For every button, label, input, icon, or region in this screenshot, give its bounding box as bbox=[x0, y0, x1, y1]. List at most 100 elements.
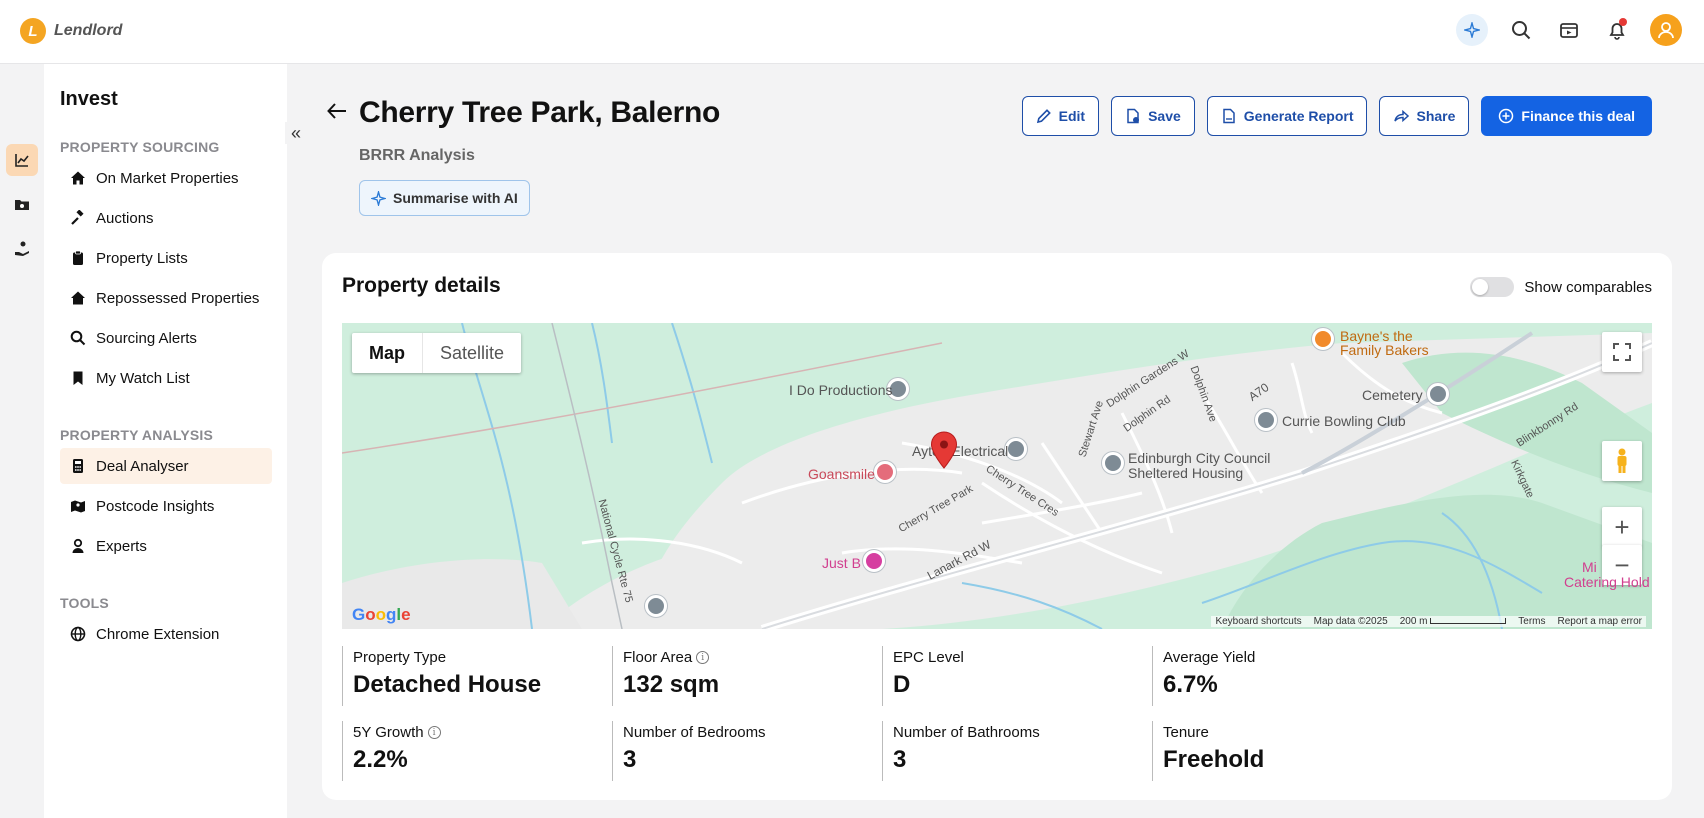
location-pin-icon[interactable] bbox=[930, 431, 958, 469]
info-icon[interactable]: i bbox=[696, 651, 710, 664]
search-icon bbox=[70, 330, 86, 346]
stat-value: 132 sqm bbox=[623, 671, 720, 698]
sidebar-item-label: Sourcing Alerts bbox=[96, 329, 197, 347]
sidebar-item-deal-analyser[interactable]: Deal Analyser bbox=[60, 448, 272, 484]
home-icon bbox=[71, 291, 85, 305]
top-icons bbox=[1456, 14, 1682, 46]
map-label-cemetery: Cemetery bbox=[1362, 387, 1423, 403]
logo[interactable]: L Lendlord bbox=[20, 18, 122, 44]
generate-report-button[interactable]: Generate Report bbox=[1206, 96, 1368, 136]
stat-floor-area: Floor Area i 132 sqm bbox=[612, 646, 882, 706]
stat-value: Detached House bbox=[353, 671, 542, 698]
top-bar: L Lendlord bbox=[0, 0, 1704, 64]
page-title: Cherry Tree Park, Balerno bbox=[359, 96, 721, 129]
avatar[interactable] bbox=[1650, 14, 1682, 46]
fullscreen-icon[interactable] bbox=[1602, 332, 1642, 372]
sidebar-item-auctions[interactable]: Auctions bbox=[60, 200, 272, 236]
map[interactable]: Map Satellite + − I Do Productions Ayton… bbox=[342, 323, 1652, 629]
sidebar-item-watch-list[interactable]: My Watch List bbox=[60, 360, 272, 396]
bell-icon[interactable] bbox=[1602, 15, 1632, 45]
report-map-error-link[interactable]: Report a map error bbox=[1558, 616, 1642, 627]
card-title: Property details bbox=[342, 274, 501, 297]
sidebar-item-on-market[interactable]: On Market Properties bbox=[60, 160, 272, 196]
generate-report-label: Generate Report bbox=[1243, 108, 1354, 124]
header-actions: Edit Save Generate Report Share Finance … bbox=[1021, 96, 1652, 136]
poi-bakers-icon[interactable] bbox=[1312, 328, 1334, 350]
map-footer: Keyboard shortcuts Map data ©2025 200 m … bbox=[1211, 616, 1646, 627]
info-icon[interactable]: i bbox=[427, 726, 441, 739]
google-letter: g bbox=[386, 605, 397, 624]
stat-value: 3 bbox=[893, 746, 907, 773]
video-icon[interactable] bbox=[1554, 15, 1584, 45]
ai-sparkle-icon[interactable] bbox=[1456, 14, 1488, 46]
gavel-icon bbox=[71, 210, 84, 225]
poi-electrical-icon[interactable] bbox=[1005, 438, 1027, 460]
save-button[interactable]: Save bbox=[1111, 96, 1195, 136]
google-letter: o bbox=[365, 605, 376, 624]
manage-folder-icon[interactable] bbox=[6, 188, 38, 220]
finance-hand-icon[interactable] bbox=[6, 232, 38, 264]
stat-label-text: Floor Area bbox=[623, 649, 693, 666]
poi-bowling-icon[interactable] bbox=[1255, 409, 1277, 431]
pdf-file-icon bbox=[1223, 108, 1235, 124]
google-logo[interactable]: Google bbox=[352, 605, 411, 625]
collapse-sidebar-icon[interactable]: « bbox=[285, 122, 307, 144]
map-label-council-2: Sheltered Housing bbox=[1128, 465, 1244, 481]
stat-label: Number of Bedrooms bbox=[623, 724, 882, 741]
map-label-electrical: Ayton Electrical bbox=[912, 443, 1009, 459]
sidebar-item-property-lists[interactable]: Property Lists bbox=[60, 240, 272, 276]
sidebar-item-label: Property Lists bbox=[96, 249, 188, 267]
stat-value: 2.2% bbox=[353, 746, 408, 773]
google-letter: e bbox=[401, 605, 411, 624]
poi-council-icon[interactable] bbox=[1102, 452, 1124, 474]
stat-label: EPC Level bbox=[893, 649, 1152, 666]
logo-mark: L bbox=[20, 18, 46, 44]
sidebar-item-postcode-insights[interactable]: Postcode Insights bbox=[60, 488, 272, 524]
summarise-ai-button[interactable]: Summarise with AI bbox=[359, 180, 530, 216]
stat-average-yield: Average Yield 6.7% bbox=[1152, 646, 1422, 706]
poi-goansmile-icon[interactable] bbox=[874, 461, 896, 483]
keyboard-shortcuts-link[interactable]: Keyboard shortcuts bbox=[1215, 616, 1301, 627]
street-view-pegman-icon[interactable] bbox=[1602, 441, 1642, 481]
map-label-productions: I Do Productions bbox=[789, 382, 893, 398]
notification-dot bbox=[1619, 18, 1627, 26]
clipboard-icon bbox=[73, 250, 83, 265]
show-comparables-toggle[interactable]: Show comparables bbox=[1470, 277, 1652, 297]
sidebar-item-repossessed[interactable]: Repossessed Properties bbox=[60, 280, 272, 316]
finance-deal-button[interactable]: Finance this deal bbox=[1481, 96, 1652, 136]
stat-5y-growth: 5Y Growth i 2.2% bbox=[342, 721, 612, 781]
edit-button[interactable]: Edit bbox=[1021, 96, 1100, 136]
map-type-control: Map Satellite bbox=[352, 333, 522, 373]
search-icon[interactable] bbox=[1506, 15, 1536, 45]
pencil-icon bbox=[1036, 109, 1051, 124]
sparkle-icon bbox=[371, 190, 386, 206]
stat-label-text: Number of Bathrooms bbox=[893, 724, 1040, 741]
map-label-catering-1: Mi bbox=[1582, 559, 1597, 575]
google-letter: G bbox=[352, 605, 366, 624]
sidebar-item-label: Auctions bbox=[96, 209, 154, 227]
invest-chart-icon[interactable] bbox=[6, 144, 38, 176]
stat-label-text: Tenure bbox=[1163, 724, 1209, 741]
stat-label: Floor Area i bbox=[623, 649, 882, 666]
sidebar-item-chrome-extension[interactable]: Chrome Extension bbox=[60, 616, 272, 652]
section-tools: TOOLS bbox=[60, 595, 109, 611]
share-arrow-icon bbox=[1394, 109, 1410, 123]
user-icon bbox=[72, 538, 84, 553]
share-button[interactable]: Share bbox=[1379, 96, 1470, 136]
stat-value: 3 bbox=[623, 746, 637, 773]
poi-justb-icon[interactable] bbox=[863, 550, 885, 572]
stat-bedrooms: Number of Bedrooms 3 bbox=[612, 721, 882, 781]
stat-label-text: Property Type bbox=[353, 649, 447, 666]
stat-label: Property Type bbox=[353, 649, 612, 666]
back-arrow-icon[interactable] bbox=[326, 100, 348, 128]
poi-cycle-icon[interactable] bbox=[645, 595, 667, 617]
sidebar-item-experts[interactable]: Experts bbox=[60, 528, 272, 564]
map-tab-satellite[interactable]: Satellite bbox=[423, 333, 521, 373]
toggle-switch[interactable] bbox=[1470, 277, 1515, 297]
poi-cemetery-icon[interactable] bbox=[1427, 383, 1449, 405]
sidebar-item-sourcing-alerts[interactable]: Sourcing Alerts bbox=[60, 320, 272, 356]
terms-link[interactable]: Terms bbox=[1518, 616, 1545, 627]
zoom-in-icon[interactable]: + bbox=[1602, 507, 1642, 547]
map-scale[interactable]: 200 m bbox=[1400, 616, 1507, 627]
map-tab-map[interactable]: Map bbox=[352, 333, 423, 373]
